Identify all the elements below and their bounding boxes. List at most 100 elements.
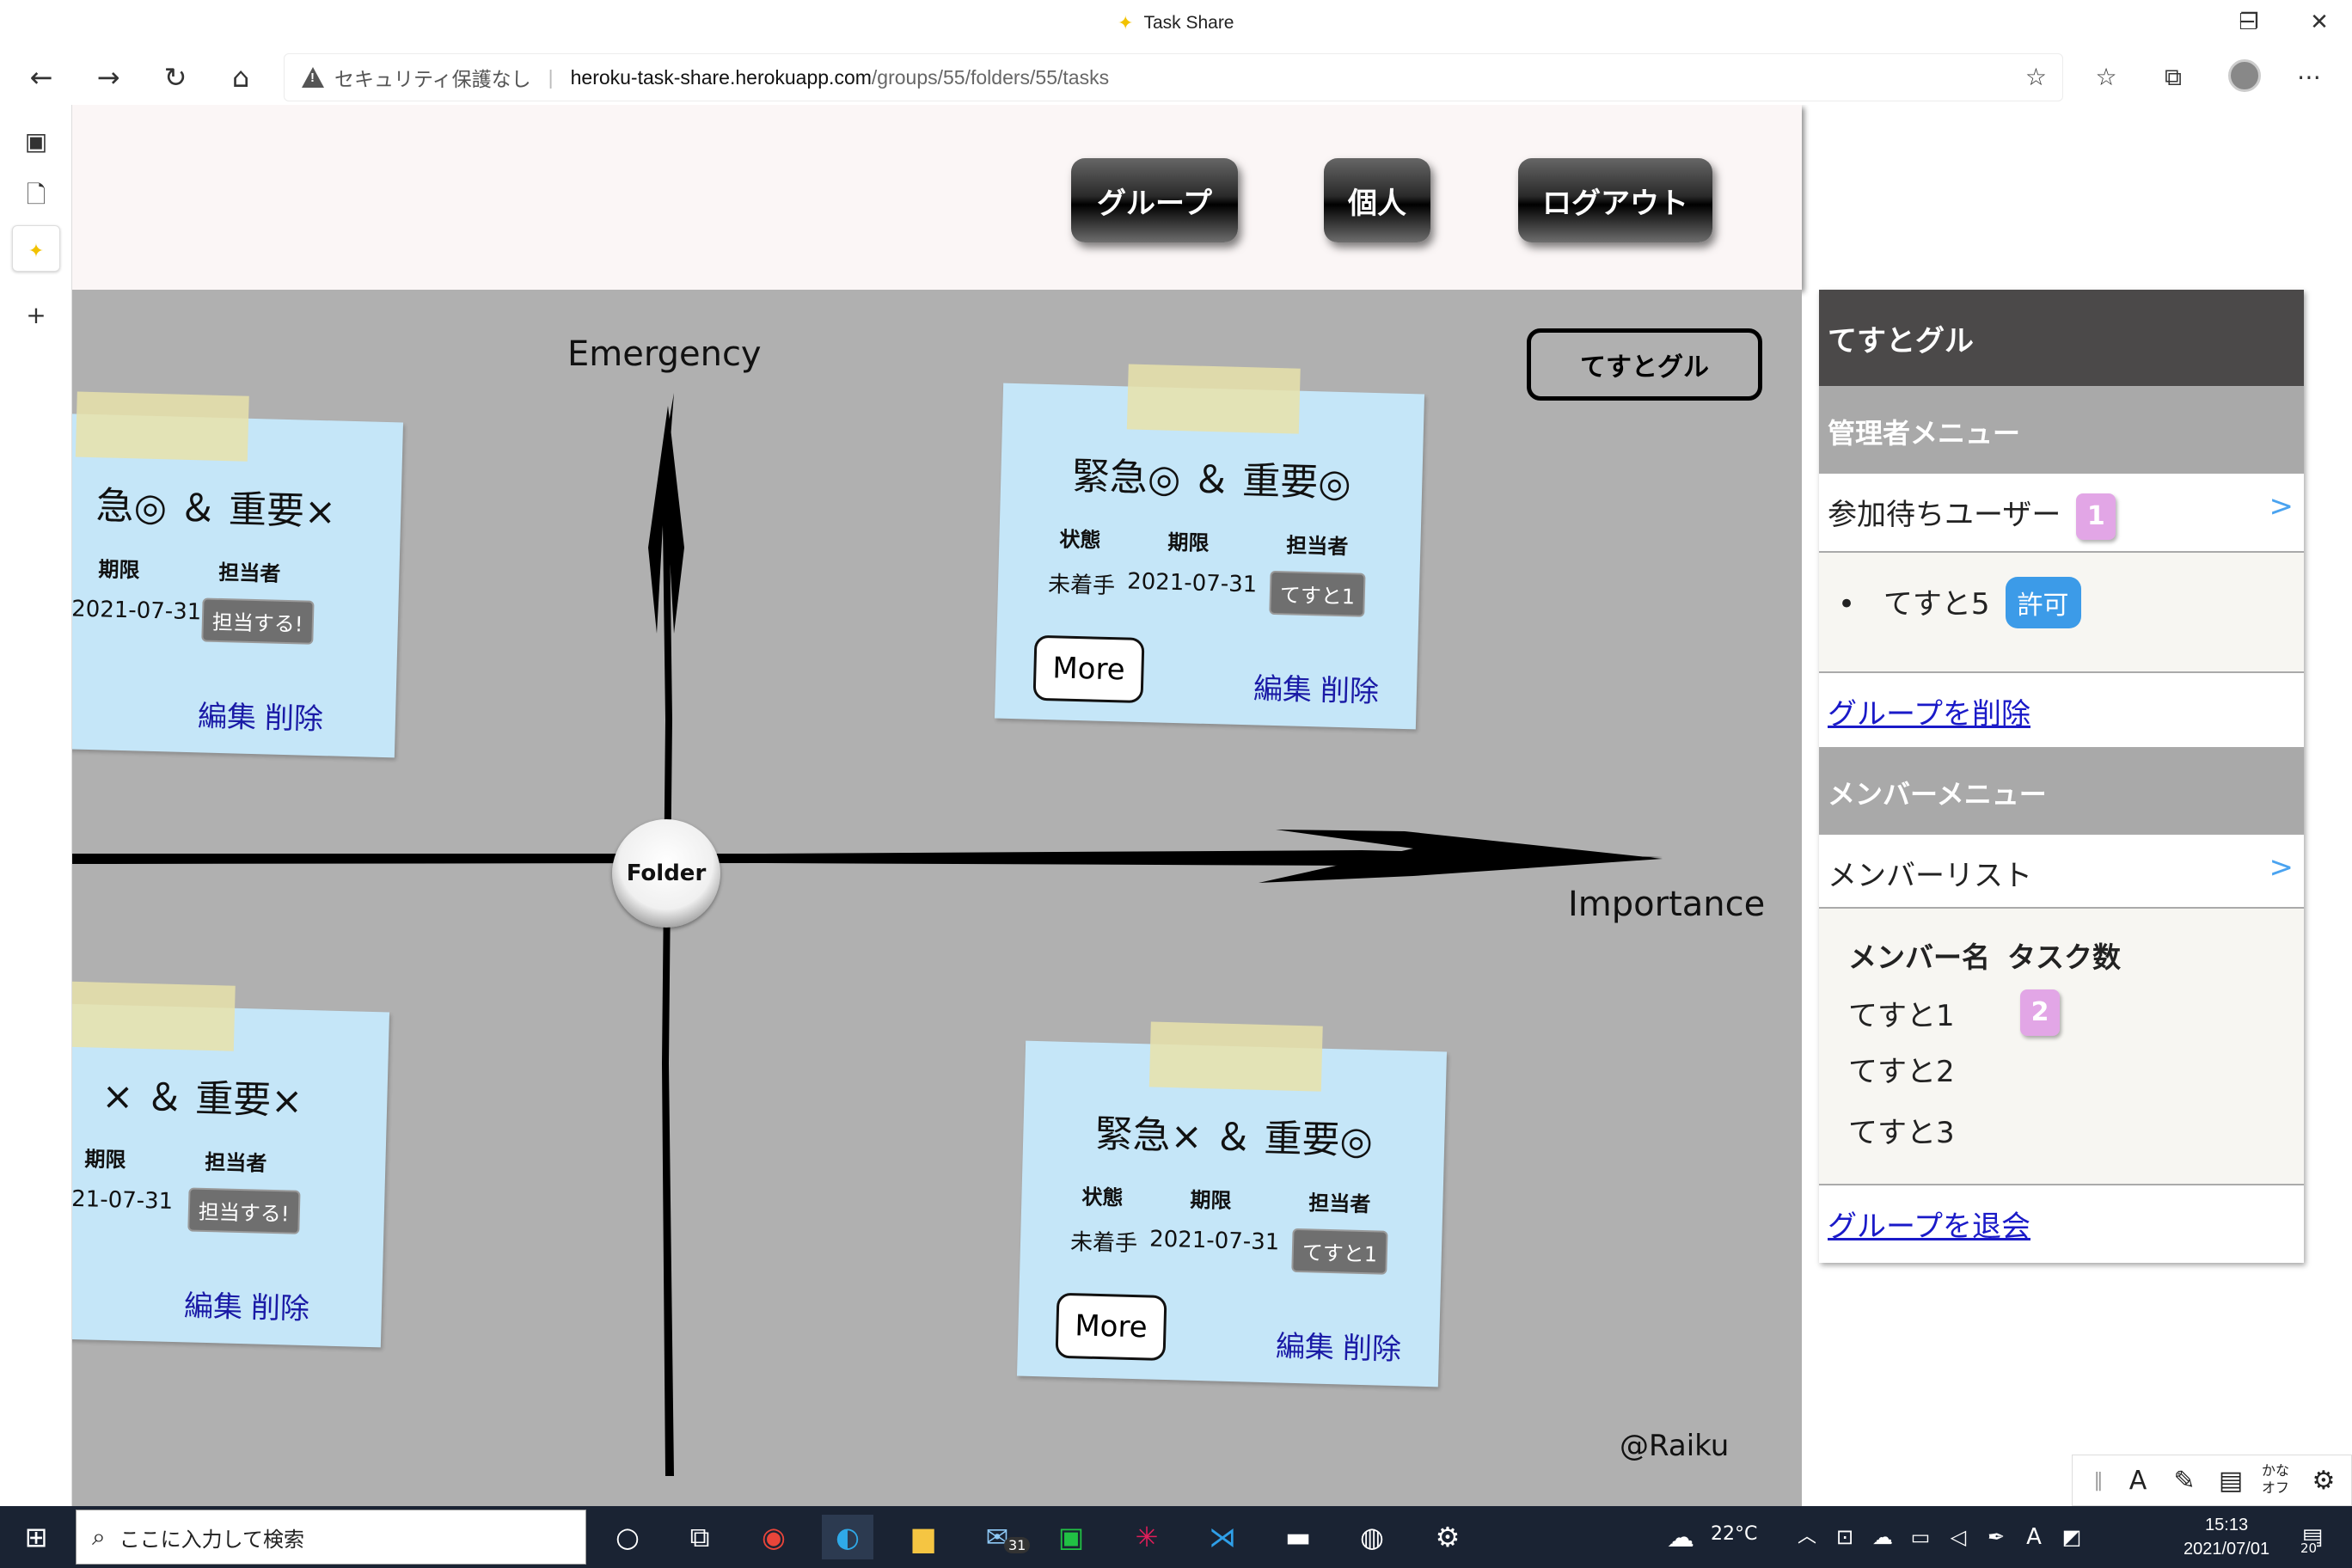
note-deadline-header: 期限 <box>1167 530 1210 555</box>
note-deadline-header: 期限 <box>84 1147 126 1173</box>
back-button[interactable]: ← <box>21 57 62 98</box>
member-row: てすと2 <box>1848 1055 1955 1089</box>
close-button[interactable]: ✕ <box>2294 5 2345 40</box>
tray-app-icon[interactable]: ◩ <box>2046 1515 2098 1559</box>
delete-link[interactable]: 削除 <box>1342 1331 1401 1367</box>
delete-group-link[interactable]: グループを削除 <box>1828 697 2030 732</box>
clock-time: 15:13 <box>2205 1516 2249 1534</box>
line-icon[interactable]: ▣ <box>1045 1515 1097 1559</box>
delete-link[interactable]: 削除 <box>264 701 323 737</box>
favorite-add-icon[interactable]: ☆ <box>2025 63 2047 91</box>
clock[interactable]: 15:13 2021/07/01 <box>2184 1513 2269 1561</box>
y-axis-label: Emergency <box>567 334 762 374</box>
member-menu-heading: メンバーメニュー <box>1819 749 2304 835</box>
leave-group-link[interactable]: グループを退会 <box>1828 1210 2030 1244</box>
weather-icon[interactable]: ☁ <box>1659 1515 1702 1559</box>
profile-icon[interactable] <box>2228 59 2261 92</box>
task-view-icon[interactable]: ⧉ <box>674 1515 726 1559</box>
url-path: /groups/55/folders/55/tasks <box>871 65 1110 89</box>
note-assignee-header: 担当者 <box>1308 1191 1371 1217</box>
address-separator: | <box>548 65 554 89</box>
cortana-icon[interactable]: ○ <box>602 1515 653 1559</box>
leave-group-row: グループを退会 <box>1819 1185 2304 1263</box>
note-actions: 編集 削除 <box>1266 1322 1401 1368</box>
x-axis-label: Importance <box>1568 885 1766 924</box>
app-sparkle-icon: ✦ <box>1118 12 1134 34</box>
pending-users-row[interactable]: 参加待ちユーザー 1 > <box>1819 474 2304 553</box>
maximize-button[interactable]: ❐ <box>2223 5 2275 40</box>
edit-link[interactable]: 編集 <box>183 1289 242 1325</box>
vscode-icon[interactable]: ⋊ <box>1197 1515 1248 1559</box>
taskbar-search[interactable]: ⌕ ここに入力して検索 <box>76 1510 586 1565</box>
note-title: 緊急× ＆ 重要◎ <box>1094 1112 1374 1164</box>
warning-icon <box>302 67 324 88</box>
more-icon[interactable]: ⋯ <box>2290 58 2328 96</box>
active-tab-sparkle-icon[interactable]: ✦ <box>12 225 60 272</box>
more-button[interactable]: More <box>1032 634 1145 704</box>
task-note: 急◎ ＆ 重要× 期限 担当者 2021-07-31 担当する! 編集 削除 <box>72 391 404 758</box>
ime-kana-toggle[interactable]: かな オフ <box>2253 1462 2298 1500</box>
member-list-row[interactable]: メンバーリスト > <box>1819 835 2304 909</box>
member-row: てすと1 2 <box>1848 989 2275 1036</box>
task-note: × ＆ 重要× 期限 担当者 21-07-31 担当する! 編集 削除 <box>72 981 390 1348</box>
settings-icon[interactable]: ⚙ <box>1422 1515 1473 1559</box>
group-name-button[interactable]: てすとグル <box>1527 328 1762 401</box>
slack-icon[interactable]: ✳ <box>1121 1515 1173 1559</box>
file-explorer-icon[interactable]: ▆ <box>897 1515 949 1559</box>
ime-mode-icon[interactable]: A <box>2116 1462 2160 1500</box>
ime-pad-icon[interactable]: ✎ <box>2162 1462 2207 1500</box>
assign-me-button[interactable]: 担当する! <box>201 597 315 645</box>
tab-actions-icon[interactable]: ▣ <box>12 119 60 165</box>
note-actions: 編集 削除 <box>175 1282 309 1327</box>
home-button[interactable]: ⌂ <box>220 57 261 98</box>
permit-button[interactable]: 許可 <box>2005 577 2081 628</box>
edit-link[interactable]: 編集 <box>1253 671 1312 707</box>
chrome-icon[interactable]: ◉ <box>748 1515 799 1559</box>
logout-button[interactable]: ログアウト <box>1518 158 1712 242</box>
member-name: てすと1 <box>1848 998 1955 1033</box>
collections-icon[interactable]: ⧉ <box>2154 58 2192 96</box>
note-deadline: 2021-07-31 <box>1126 568 1258 598</box>
reload-button[interactable]: ↻ <box>155 57 196 98</box>
search-placeholder: ここに入力して検索 <box>119 1528 304 1552</box>
page-tab-icon[interactable]: 🗋 <box>12 172 60 218</box>
note-assignee: てすと1 <box>1269 570 1366 617</box>
delete-link[interactable]: 削除 <box>250 1290 309 1326</box>
note-status: 未着手 <box>1069 1229 1138 1258</box>
admin-menu-heading: 管理者メニュー <box>1819 388 2304 474</box>
search-icon: ⌕ <box>92 1522 106 1550</box>
group-button[interactable]: グループ <box>1071 158 1238 242</box>
member-table: メンバー名 タスク数 てすと1 2 てすと2 てすと3 <box>1819 909 2304 1185</box>
edge-icon[interactable]: ◐ <box>822 1515 873 1559</box>
ime-dictionary-icon[interactable]: ▤ <box>2208 1462 2253 1500</box>
windows-start-icon[interactable]: ⊞ <box>10 1515 62 1559</box>
task-board: Emergency Importance てすとグル Folder @Raiku… <box>72 290 1802 1506</box>
more-button[interactable]: More <box>1055 1292 1167 1362</box>
windows-taskbar: ⊞ ⌕ ここに入力して検索 ○ ⧉ ◉ ◐ ▆ ✉ 31 ▣ ✳ ⋊ ▬ ◍ ⚙… <box>0 1506 2352 1568</box>
credit-text: @Raiku <box>1620 1429 1730 1463</box>
address-bar[interactable]: セキュリティ保護なし | heroku-task-share.herokuapp… <box>284 53 2063 101</box>
assign-me-button[interactable]: 担当する! <box>187 1187 301 1234</box>
new-tab-icon[interactable]: + <box>12 292 60 339</box>
ime-grip-icon[interactable]: ‖ <box>2076 1462 2121 1500</box>
ime-settings-icon[interactable]: ⚙ <box>2301 1462 2346 1500</box>
forward-button[interactable]: → <box>88 57 129 98</box>
edit-link[interactable]: 編集 <box>1275 1329 1334 1365</box>
personal-button[interactable]: 個人 <box>1324 158 1430 242</box>
pending-user-name: てすと5 <box>1883 587 1990 622</box>
member-name-column: メンバー名 <box>1848 940 1990 974</box>
app-icon[interactable]: ◍ <box>1346 1515 1398 1559</box>
window-title-bar: ✦ Task Share ─ <box>0 0 2352 50</box>
note-title: 緊急◎ ＆ 重要◎ <box>1071 454 1352 506</box>
member-table-header: メンバー名 タスク数 <box>1848 934 2275 976</box>
favorites-icon[interactable]: ☆ <box>2087 58 2125 96</box>
delete-link[interactable]: 削除 <box>1320 673 1379 709</box>
note-status: 未着手 <box>1047 572 1116 600</box>
edit-link[interactable]: 編集 <box>197 699 256 735</box>
task-count-column: タスク数 <box>2007 940 2121 974</box>
group-sidebar: てすとグル 管理者メニュー 参加待ちユーザー 1 > • てすと5 許可 グループを… <box>1819 290 2304 1263</box>
window-title-text: Task Share <box>1143 13 1234 33</box>
terminal-icon[interactable]: ▬ <box>1272 1515 1324 1559</box>
note-deadline-header: 期限 <box>98 557 140 583</box>
folder-button[interactable]: Folder <box>612 819 720 928</box>
